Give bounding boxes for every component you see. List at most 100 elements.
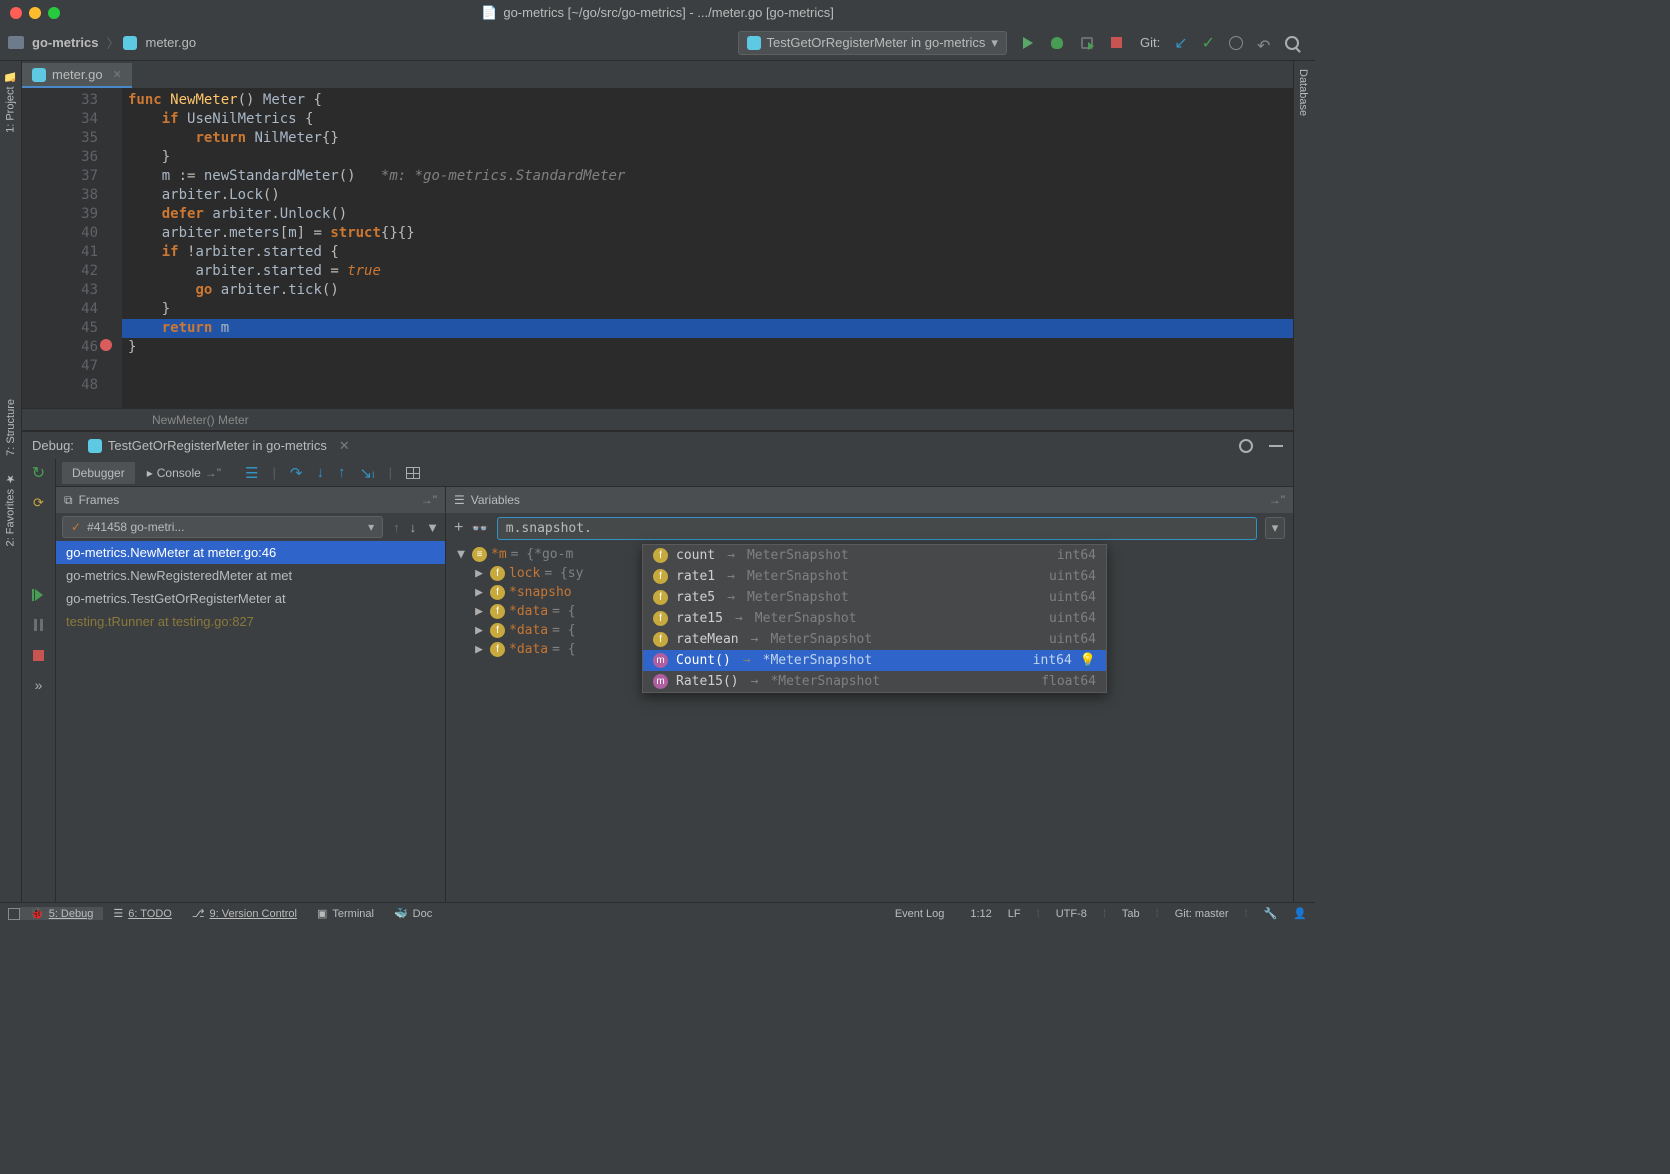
autocomplete-item[interactable]: mCount()→*MeterSnapshotint64💡 (643, 650, 1106, 671)
breadcrumb: go-metrics 〉 meter.go (8, 33, 200, 52)
breadcrumb-file[interactable]: meter.go (141, 35, 200, 50)
run-config-selector[interactable]: TestGetOrRegisterMeter in go-metrics ▾ (738, 31, 1007, 55)
frames-pane: ⧉Frames →" ✓#41458 go-metri... ▾ ↑ ↓ ▼ g… (56, 487, 446, 902)
file-encoding[interactable]: UTF-8 (1056, 908, 1087, 920)
thread-dump-button[interactable]: ☰ (245, 464, 258, 482)
terminal-tool-button[interactable]: ▣ Terminal (307, 907, 384, 920)
pause-button[interactable] (31, 617, 47, 633)
gopher-icon (747, 36, 761, 50)
git-branch[interactable]: Git: master (1175, 908, 1229, 920)
hide-button[interactable] (1269, 445, 1283, 447)
vcs-commit-button[interactable]: ✓ (1202, 33, 1215, 53)
restore-layout-button[interactable]: →" (421, 493, 437, 507)
thread-selector[interactable]: ✓#41458 go-metri... ▾ (62, 516, 383, 538)
docker-tool-button[interactable]: 🐳 Doc (384, 907, 442, 920)
frames-header: ⧉Frames →" (56, 487, 445, 513)
code-area[interactable]: func NewMeter() Meter { if UseNilMetrics… (122, 88, 1293, 408)
stop-button[interactable] (1111, 37, 1122, 48)
debug-session-tab[interactable]: TestGetOrRegisterMeter in go-metrics ✕ (88, 438, 350, 454)
editor-tab-meter[interactable]: meter.go ✕ (22, 63, 132, 88)
autocomplete-item[interactable]: fcount→MeterSnapshotint64 (643, 545, 1106, 566)
memory-indicator[interactable]: 🔧 (1264, 907, 1278, 920)
debug-tabs: Debugger ▸Console→" ☰ | ↷ ↓ ↑ ↘I | (56, 459, 1293, 487)
frame-up-button[interactable]: ↑ (393, 520, 400, 535)
window-close-button[interactable] (10, 7, 22, 19)
vcs-history-button[interactable] (1229, 36, 1243, 50)
chevron-down-icon: ▾ (991, 35, 998, 51)
vcs-update-button[interactable]: ↙ (1174, 33, 1187, 53)
editor-breadcrumb[interactable]: NewMeter() Meter (22, 408, 1293, 430)
tool-window-toggle-button[interactable] (8, 908, 20, 920)
close-tab-button[interactable]: ✕ (113, 68, 122, 81)
cursor-position[interactable]: 1:12 (970, 908, 991, 920)
run-button[interactable] (1023, 37, 1033, 49)
debug-tool-window: Debug: TestGetOrRegisterMeter in go-metr… (22, 430, 1293, 902)
step-into-button[interactable]: ↓ (316, 464, 324, 481)
titlebar: 📄 go-metrics [~/go/src/go-metrics] - ...… (0, 0, 1315, 25)
search-everywhere-button[interactable] (1285, 36, 1299, 50)
run-config-label: TestGetOrRegisterMeter in go-metrics (767, 35, 986, 50)
debug-header: Debug: TestGetOrRegisterMeter in go-metr… (22, 432, 1293, 459)
glasses-icon: 👓 (471, 520, 488, 537)
coverage-button[interactable] (1081, 37, 1093, 49)
right-tool-strip: Database (1293, 61, 1315, 902)
breadcrumb-project[interactable]: go-metrics (28, 35, 102, 50)
frame-list[interactable]: go-metrics.NewMeter at meter.go:46go-met… (56, 541, 445, 902)
debugger-tab[interactable]: Debugger (62, 462, 135, 484)
debug-button[interactable] (1051, 37, 1063, 49)
autocomplete-item[interactable]: frate1→MeterSnapshotuint64 (643, 566, 1106, 587)
variables-header: ☰Variables →" (446, 487, 1293, 513)
main-toolbar: go-metrics 〉 meter.go TestGetOrRegisterM… (0, 25, 1315, 61)
frame-item[interactable]: go-metrics.TestGetOrRegisterMeter at (56, 587, 445, 610)
left-tool-strip: 1: Project📁 7: Structure 2: Favorites★ (0, 61, 22, 902)
debug-title: Debug: (32, 438, 74, 453)
watch-history-button[interactable]: ▾ (1265, 517, 1285, 539)
breakpoint-icon[interactable] (100, 339, 112, 351)
event-log-button[interactable]: Event Log (885, 908, 955, 920)
autocomplete-item[interactable]: frateMean→MeterSnapshotuint64 (643, 629, 1106, 650)
window-minimize-button[interactable] (29, 7, 41, 19)
more-actions-button[interactable]: » (31, 677, 47, 693)
step-over-button[interactable]: ↷ (290, 464, 303, 482)
project-tool-tab[interactable]: 1: Project📁 (1, 61, 20, 141)
gopher-icon (88, 439, 102, 453)
settings-button[interactable] (1239, 439, 1253, 453)
restore-layout-button[interactable]: →" (1269, 493, 1285, 507)
frame-item[interactable]: testing.tRunner at testing.go:827 (56, 610, 445, 633)
step-out-button[interactable]: ↑ (338, 464, 346, 481)
line-gutter: 33343536373839404142434445464748 (22, 88, 122, 408)
add-watch-button[interactable]: + (454, 519, 463, 537)
debug-side-toolbar: ↻ ⟳ » (22, 459, 56, 902)
variables-pane: ☰Variables →" + 👓 ▾ ▼≡ *m = {*go-m▶f loc… (446, 487, 1293, 902)
window-maximize-button[interactable] (48, 7, 60, 19)
favorites-tool-tab[interactable]: 2: Favorites★ (1, 464, 20, 554)
watch-input[interactable] (497, 517, 1257, 540)
rerun-button[interactable]: ↻ (31, 465, 47, 481)
ide-settings-button[interactable]: 👤 (1293, 907, 1307, 920)
console-tab[interactable]: ▸Console→" (137, 462, 231, 484)
frame-item[interactable]: go-metrics.NewMeter at meter.go:46 (56, 541, 445, 564)
structure-tool-tab[interactable]: 7: Structure (2, 391, 20, 464)
todo-tool-button[interactable]: ☰ 6: TODO (103, 907, 181, 920)
run-to-cursor-button[interactable]: ↘I (359, 464, 374, 482)
autocomplete-item[interactable]: frate15→MeterSnapshotuint64 (643, 608, 1106, 629)
chevron-right-icon: 〉 (106, 33, 119, 52)
indent-info[interactable]: Tab (1122, 908, 1140, 920)
frame-item[interactable]: go-metrics.NewRegisteredMeter at met (56, 564, 445, 587)
vcs-tool-button[interactable]: ⎇ 9: Version Control (182, 907, 307, 920)
close-session-button[interactable]: ✕ (339, 438, 350, 454)
code-editor[interactable]: 33343536373839404142434445464748 func Ne… (22, 88, 1293, 408)
autocomplete-item[interactable]: mRate15()→*MeterSnapshotfloat64 (643, 671, 1106, 692)
line-separator[interactable]: LF (1008, 908, 1021, 920)
autocomplete-item[interactable]: frate5→MeterSnapshotuint64 (643, 587, 1106, 608)
frame-down-button[interactable]: ↓ (410, 520, 417, 535)
modify-run-config-button[interactable]: ⟳ (31, 495, 47, 511)
evaluate-button[interactable] (406, 467, 420, 479)
filter-button[interactable]: ▼ (426, 520, 439, 535)
stop-debug-button[interactable] (31, 647, 47, 663)
resume-button[interactable] (31, 587, 47, 603)
database-tool-tab[interactable]: Database (1294, 61, 1312, 124)
vcs-revert-button[interactable]: ↶ (1257, 36, 1271, 50)
debug-tool-button[interactable]: 🐞 5: Debug (20, 907, 103, 920)
autocomplete-popup[interactable]: fcount→MeterSnapshotint64frate1→MeterSna… (642, 544, 1107, 693)
